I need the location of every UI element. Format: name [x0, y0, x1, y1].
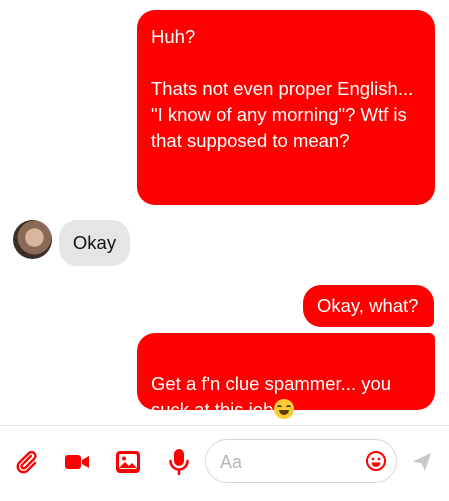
- message-composer: [0, 425, 449, 501]
- message-text: Get a f'n clue spammer... you suck at th…: [151, 373, 392, 420]
- outgoing-message[interactable]: Get a f'n clue spammer... you suck at th…: [137, 333, 435, 420]
- contact-avatar[interactable]: [13, 220, 52, 259]
- outgoing-message[interactable]: Huh? Thats not even proper English... "I…: [137, 10, 435, 205]
- incoming-message[interactable]: Okay: [59, 220, 130, 266]
- message-input[interactable]: [218, 440, 362, 484]
- microphone-icon: [169, 449, 189, 476]
- smiley-icon: [366, 451, 386, 471]
- send-icon: [413, 453, 431, 471]
- attach-button[interactable]: [12, 448, 40, 476]
- photo-button[interactable]: [114, 448, 142, 476]
- video-camera-icon: [65, 455, 89, 469]
- emoji-button[interactable]: [365, 450, 387, 472]
- video-call-button[interactable]: [63, 448, 91, 476]
- send-button[interactable]: [410, 450, 434, 474]
- voice-message-button[interactable]: [165, 448, 193, 476]
- paperclip-icon: [16, 450, 37, 474]
- laughing-emoji-icon: [274, 399, 295, 419]
- message-input-container[interactable]: [205, 439, 397, 484]
- image-icon: [116, 451, 140, 473]
- outgoing-message[interactable]: Okay, what?: [303, 285, 434, 327]
